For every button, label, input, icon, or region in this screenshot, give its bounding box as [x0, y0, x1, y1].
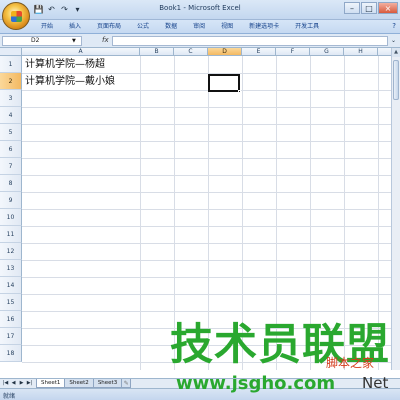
- row-header-11[interactable]: 11: [0, 226, 22, 243]
- tab-review[interactable]: 审阅: [185, 22, 213, 32]
- sheet-tab-2[interactable]: Sheet2: [64, 379, 94, 388]
- column-header-d[interactable]: D: [208, 48, 242, 56]
- sheet-tabs: Sheet1 Sheet2 Sheet3 ✎: [36, 379, 132, 388]
- row-gridline: [22, 141, 392, 142]
- column-header-b[interactable]: B: [140, 48, 174, 56]
- ribbon-tabs: 开始 插入 页面布局 公式 数据 审阅 视图 新建选项卡 开发工具: [33, 22, 327, 32]
- ribbon: 开始 插入 页面布局 公式 数据 审阅 视图 新建选项卡 开发工具 ?: [0, 20, 400, 34]
- row-header-5[interactable]: 5: [0, 124, 22, 141]
- close-button[interactable]: ×: [378, 2, 398, 14]
- column-header-g[interactable]: G: [310, 48, 344, 56]
- row-gridline: [22, 260, 392, 261]
- row-gridline: [22, 158, 392, 159]
- row-header-3[interactable]: 3: [0, 90, 22, 107]
- tab-data[interactable]: 数据: [157, 22, 185, 32]
- row-header-10[interactable]: 10: [0, 209, 22, 226]
- row-header-8[interactable]: 8: [0, 175, 22, 192]
- row-gridline: [22, 124, 392, 125]
- insert-function-icon[interactable]: fx: [102, 36, 109, 44]
- row-header-16[interactable]: 16: [0, 311, 22, 328]
- chevron-down-icon[interactable]: ▼: [72, 36, 76, 46]
- fill-handle[interactable]: [238, 90, 241, 93]
- column-header-e[interactable]: E: [242, 48, 276, 56]
- formula-input[interactable]: [112, 36, 388, 46]
- row-gridline: [22, 243, 392, 244]
- scroll-up-icon[interactable]: ▲: [392, 48, 400, 57]
- row-header-13[interactable]: 13: [0, 260, 22, 277]
- ribbon-right: ?: [392, 22, 396, 30]
- maximize-button[interactable]: □: [361, 2, 377, 14]
- window-controls: – □ ×: [344, 2, 398, 14]
- row-gridline: [22, 294, 392, 295]
- first-sheet-icon[interactable]: |◀: [2, 380, 9, 387]
- scroll-thumb[interactable]: [393, 60, 399, 100]
- sheet-nav-buttons: |◀ ◀ ▶ ▶|: [2, 380, 33, 387]
- row-gridline: [22, 175, 392, 176]
- row-gridline: [22, 90, 392, 91]
- row-header-7[interactable]: 7: [0, 158, 22, 175]
- row-header-6[interactable]: 6: [0, 141, 22, 158]
- column-header-f[interactable]: F: [276, 48, 310, 56]
- watermark-url: www.jsgho.com: [176, 373, 336, 394]
- insert-sheet-icon[interactable]: ✎: [121, 379, 132, 388]
- watermark-net: Net: [362, 374, 389, 392]
- row-gridline: [22, 192, 392, 193]
- office-button[interactable]: [2, 2, 30, 30]
- sheet-tab-3[interactable]: Sheet3: [92, 379, 123, 388]
- tab-page-layout[interactable]: 页面布局: [89, 22, 129, 32]
- row-header-9[interactable]: 9: [0, 192, 22, 209]
- row-header-1[interactable]: 1: [0, 56, 22, 73]
- tab-insert[interactable]: 插入: [61, 22, 89, 32]
- tab-view[interactable]: 视图: [213, 22, 241, 32]
- row-header-14[interactable]: 14: [0, 277, 22, 294]
- window-title: Book1 - Microsoft Excel: [159, 4, 241, 12]
- next-sheet-icon[interactable]: ▶: [18, 380, 25, 387]
- row-header-15[interactable]: 15: [0, 294, 22, 311]
- column-header-h[interactable]: H: [344, 48, 378, 56]
- status-text: 就绪: [3, 393, 16, 400]
- name-box[interactable]: D2: [2, 36, 82, 46]
- expand-formula-bar-icon[interactable]: ⌄: [391, 37, 396, 44]
- row-gridline: [22, 107, 392, 108]
- cell-a2[interactable]: 计算机学院—戴小娘: [25, 73, 115, 90]
- row-header-18[interactable]: 18: [0, 345, 22, 362]
- prev-sheet-icon[interactable]: ◀: [10, 380, 17, 387]
- formula-bar: D2 ▼ fx ⌄: [0, 34, 400, 48]
- help-icon[interactable]: ?: [392, 22, 396, 30]
- cell-a1[interactable]: 计算机学院—杨超: [25, 56, 105, 73]
- column-header-a[interactable]: A: [22, 48, 140, 56]
- column-gridline: [140, 56, 141, 370]
- row-header-17[interactable]: 17: [0, 328, 22, 345]
- tab-home[interactable]: 开始: [33, 22, 61, 32]
- row-header-4[interactable]: 4: [0, 107, 22, 124]
- title-bar: 💾 ↶ ↷ ▾ Book1 - Microsoft Excel – □ ×: [0, 0, 400, 20]
- row-header-2[interactable]: 2: [0, 73, 22, 90]
- vertical-scrollbar[interactable]: ▲: [391, 48, 400, 370]
- tab-developer[interactable]: 开发工具: [287, 22, 327, 32]
- tab-new[interactable]: 新建选项卡: [241, 22, 287, 32]
- last-sheet-icon[interactable]: ▶|: [26, 380, 33, 387]
- sheet-tab-1[interactable]: Sheet1: [36, 379, 66, 388]
- minimize-button[interactable]: –: [344, 2, 360, 14]
- row-gridline: [22, 226, 392, 227]
- watermark-sub: 脚本之家: [326, 356, 375, 370]
- row-gridline: [22, 209, 392, 210]
- select-all-corner[interactable]: [0, 48, 22, 56]
- row-gridline: [22, 277, 392, 278]
- row-gridline: [22, 311, 392, 312]
- row-header-12[interactable]: 12: [0, 243, 22, 260]
- column-header-c[interactable]: C: [174, 48, 208, 56]
- tab-formulas[interactable]: 公式: [129, 22, 157, 32]
- selected-cell[interactable]: [208, 74, 240, 92]
